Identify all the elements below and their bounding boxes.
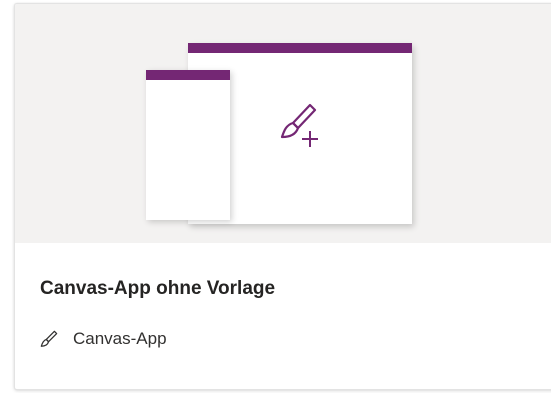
- card-preview: [15, 4, 551, 243]
- preview-side-window-titlebar: [146, 70, 230, 80]
- card-title: Canvas-App ohne Vorlage: [40, 278, 276, 299]
- card-type-row: Canvas-App: [40, 327, 167, 351]
- card-type-label: Canvas-App: [73, 329, 167, 348]
- preview-side-window: [146, 70, 230, 220]
- paintbrush-icon: [40, 330, 58, 347]
- preview-main-window-titlebar: [188, 43, 412, 53]
- canvas-app-blank-card[interactable]: Canvas-App ohne Vorlage Canvas-App: [14, 3, 551, 390]
- paintbrush-add-icon: [280, 103, 318, 147]
